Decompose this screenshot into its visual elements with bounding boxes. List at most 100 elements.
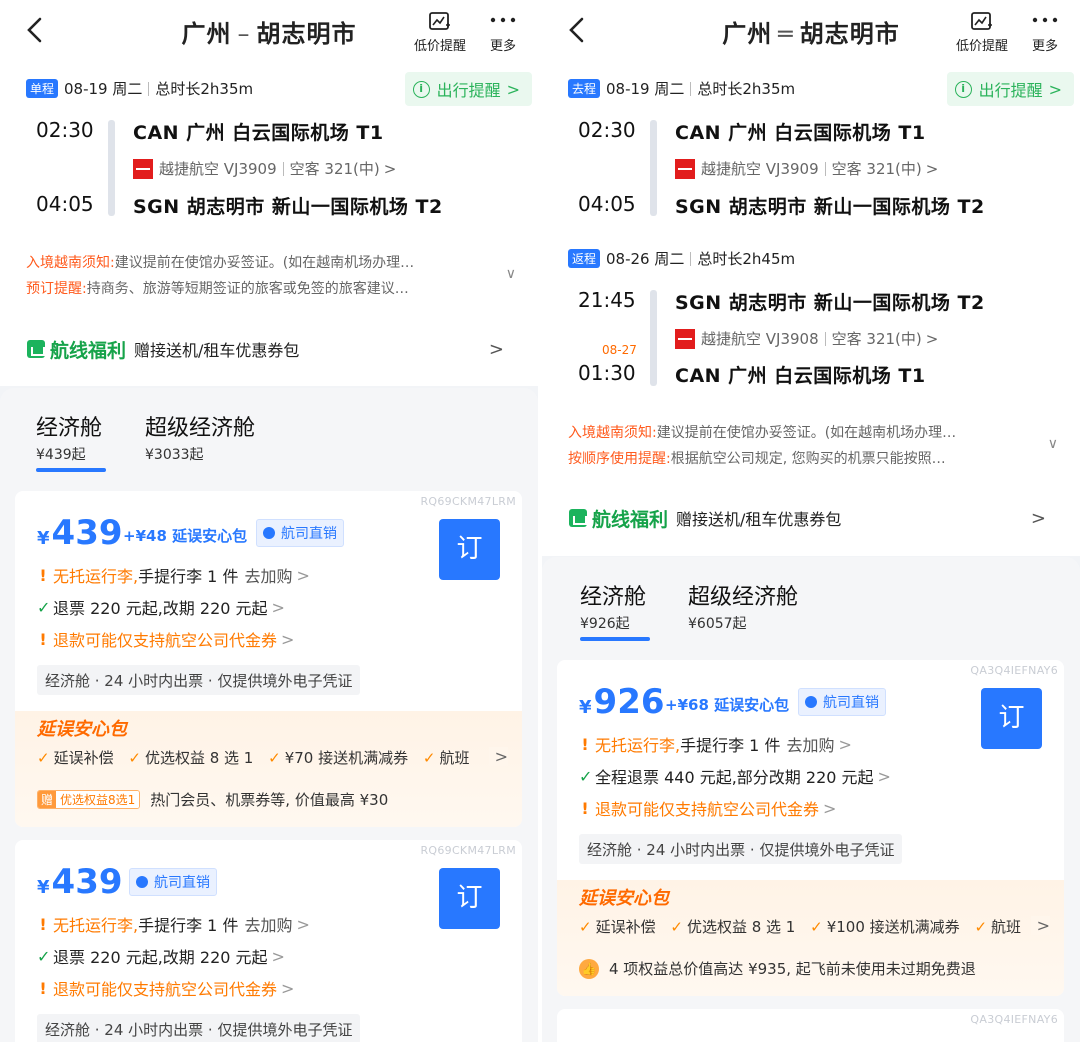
divider	[148, 81, 150, 96]
insurance-title: 延误安心包	[579, 888, 669, 909]
direct-label: 航司直销	[823, 695, 879, 711]
delay-insurance[interactable]: 延误安心包 ✓ 延误补偿 ✓ 优选权益 8 选 1 ✓ ¥70 接送机满减券 ✓ 航班 …	[15, 711, 522, 827]
timeline-bar	[650, 290, 657, 386]
luggage-warning: 无托运行李,	[53, 916, 139, 935]
chevron-right-icon: >	[296, 565, 310, 585]
delay-insurance[interactable]: 延误安心包 ✓ 延误补偿 ✓ 优选权益 8 选 1 ✓ ¥100 接送机满减券 ✓ 航班…	[557, 880, 1064, 996]
divider	[824, 161, 826, 176]
chevron-right-icon[interactable]: >	[488, 747, 508, 766]
flight-detail-link[interactable]: 越捷航空 VJ3908 空客 321(中) >	[675, 328, 938, 349]
cabin-price: ¥3033起	[145, 447, 204, 463]
luggage-carry: 手提行李 1 件	[680, 736, 781, 755]
aircraft-type: 空客 321(中)	[831, 160, 922, 178]
arrival-airport: CAN 广州 白云国际机场 T1	[675, 365, 926, 387]
tab-premium-economy[interactable]: 超级经济舱 ¥3033起	[145, 410, 255, 464]
check-icon: ✓	[37, 946, 51, 966]
yen-sign: ¥	[579, 697, 592, 718]
chevron-right-icon: >	[271, 597, 285, 617]
gift-badge: 赠优选权益8选1	[37, 790, 141, 809]
chevron-right-icon: >	[838, 734, 852, 754]
sequence-notice[interactable]: 按顺序使用提醒:根据航空公司规定, 您购买的机票只能按照…	[568, 448, 1040, 468]
notice-label: 预订提醒:	[26, 281, 87, 297]
more-button[interactable]: 更多	[488, 12, 518, 54]
chevron-down-icon[interactable]: ∨	[1048, 436, 1058, 452]
book-button[interactable]: 订	[439, 868, 500, 929]
fare-code: RQ69CKM47LRM	[420, 495, 516, 508]
check-icon: ✓	[579, 766, 593, 786]
segment-duration: 总时长2h45m	[697, 250, 796, 268]
more-button[interactable]: 更多	[1030, 12, 1060, 54]
travel-reminder-label: 出行提醒	[978, 81, 1043, 100]
tab-premium-economy[interactable]: 超级经济舱 ¥6057起	[688, 579, 798, 633]
chevron-right-icon[interactable]: >	[1030, 916, 1050, 935]
travel-reminder-button[interactable]: i 出行提醒 >	[946, 72, 1074, 106]
divider	[690, 81, 692, 96]
luggage-carry: 手提行李 1 件	[138, 567, 239, 586]
luggage-row[interactable]: ! 无托运行李, 手提行李 1 件 去加购 >	[37, 563, 310, 587]
warning-icon: !	[39, 914, 47, 934]
chevron-right-icon: >	[506, 79, 520, 99]
return-header: 返程 08-26 周二 总时长2h45m	[568, 248, 795, 269]
voucher-row[interactable]: ! 退款可能仅支持航空公司代金券 >	[37, 976, 294, 1000]
price-alert-button[interactable]: 低价提醒	[414, 12, 466, 54]
segment-date: 08-19 周二	[606, 80, 685, 98]
timeline-bar	[650, 120, 657, 216]
flight-number: 越捷航空 VJ3909	[701, 160, 819, 178]
badge-icon	[136, 876, 148, 888]
yen-sign: ¥	[37, 528, 50, 549]
booking-notice[interactable]: 预订提醒:持商务、旅游等短期签证的旅客或免签的旅客建议…	[26, 278, 498, 298]
voucher-row[interactable]: ! 退款可能仅支持航空公司代金券 >	[37, 627, 294, 651]
book-button[interactable]: 订	[439, 519, 500, 580]
segment-tag: 去程	[568, 79, 601, 98]
benefit-desc: 赠接送机/租车优惠券包	[134, 341, 300, 360]
book-button[interactable]: 订	[981, 688, 1042, 749]
tab-economy[interactable]: 经济舱 ¥926起	[580, 579, 650, 641]
luggage-warning: 无托运行李,	[53, 567, 139, 586]
aircraft-type: 空客 321(中)	[831, 330, 922, 348]
luggage-row[interactable]: ! 无托运行李, 手提行李 1 件 去加购 >	[579, 732, 852, 756]
voucher-text: 退款可能仅支持航空公司代金券	[595, 800, 820, 819]
chevron-right-icon: >	[281, 629, 295, 649]
insurance-title: 延误安心包	[37, 719, 127, 740]
chevron-down-icon[interactable]: ∨	[506, 266, 516, 282]
entry-notice[interactable]: 入境越南须知:建议提前在使馆办妥签证。(如在越南机场办理…	[568, 422, 1040, 442]
addon-package[interactable]: +¥68 延误安心包	[665, 694, 789, 715]
flight-detail-link[interactable]: 越捷航空 VJ3909 空客 321(中) >	[675, 158, 938, 179]
entry-notice[interactable]: 入境越南须知:建议提前在使馆办妥签证。(如在越南机场办理…	[26, 252, 498, 272]
flight-number: 越捷航空 VJ3909	[159, 160, 277, 178]
luggage-buy: 去加购	[786, 736, 835, 755]
route-sep: –	[237, 20, 251, 48]
flight-detail-link[interactable]: 越捷航空 VJ3909 空客 321(中) >	[133, 158, 396, 179]
price-alert-label: 低价提醒	[414, 39, 467, 54]
origin-city: 广州	[181, 20, 232, 48]
gift-icon	[569, 509, 587, 527]
refund-text: 退票 220 元起,改期 220 元起	[53, 948, 268, 967]
price-alert-button[interactable]: 低价提醒	[956, 12, 1008, 54]
warning-icon: !	[39, 565, 47, 585]
refund-row[interactable]: ✓ 退票 220 元起,改期 220 元起 >	[37, 944, 285, 968]
addon-package[interactable]: +¥48 延误安心包	[123, 525, 247, 546]
departure-time: 02:30	[36, 118, 94, 142]
route-benefit-banner[interactable]: 航线福利 赠接送机/租车优惠券包 >	[557, 490, 1064, 546]
notice-text: 建议提前在使馆办妥签证。(如在越南机场办理…	[656, 425, 957, 441]
route-benefit-banner[interactable]: 航线福利 赠接送机/租车优惠券包 >	[15, 321, 522, 377]
gift-text: 热门会员、机票券等, 价值最高 ¥30	[150, 791, 389, 809]
refund-row[interactable]: ✓ 退票 220 元起,改期 220 元起 >	[37, 595, 285, 619]
luggage-buy: 去加购	[244, 567, 293, 586]
refund-row[interactable]: ✓ 全程退票 440 元起,部分改期 220 元起 >	[579, 764, 891, 788]
tab-economy[interactable]: 经济舱 ¥439起	[36, 410, 106, 472]
warning-icon: !	[581, 734, 589, 754]
badge-icon	[263, 527, 275, 539]
airline-direct-badge: 航司直销	[129, 868, 217, 896]
luggage-row[interactable]: ! 无托运行李, 手提行李 1 件 去加购 >	[37, 912, 310, 936]
price-alert-label: 低价提醒	[956, 39, 1009, 54]
travel-reminder-button[interactable]: i 出行提醒 >	[404, 72, 532, 106]
departure-airport: CAN 广州 白云国际机场 T1	[133, 122, 384, 144]
insurance-item: ✓ 延误补偿	[579, 918, 656, 936]
destination-city: 胡志明市	[799, 20, 900, 48]
fare-price: ¥439	[37, 513, 123, 553]
fare-price: ¥926	[579, 682, 665, 722]
destination-city: 胡志明市	[256, 20, 357, 48]
benefit-title: 航线福利	[50, 339, 127, 362]
voucher-row[interactable]: ! 退款可能仅支持航空公司代金券 >	[579, 796, 836, 820]
